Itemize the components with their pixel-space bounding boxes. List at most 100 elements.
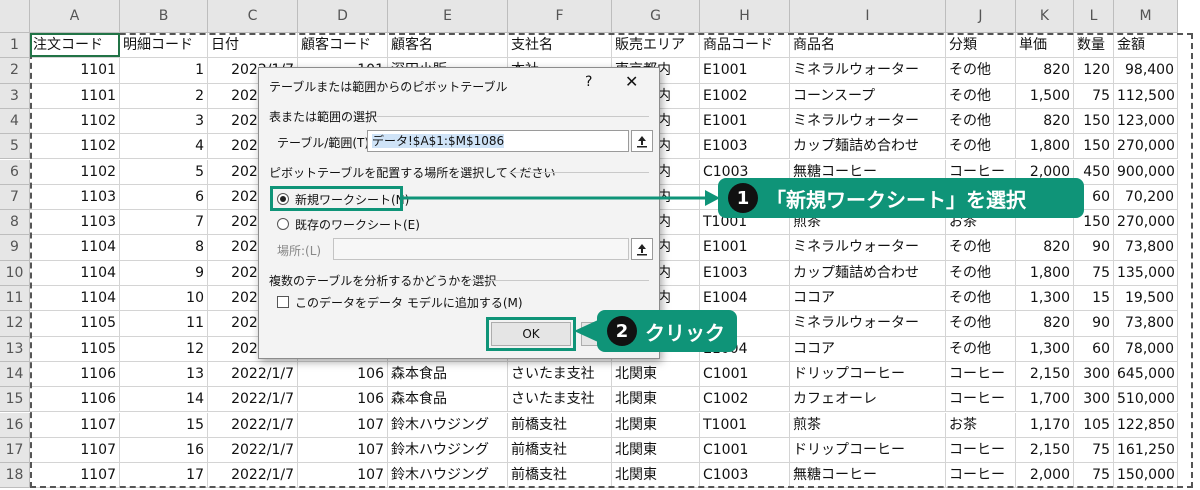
table-cell[interactable]: 1,300 xyxy=(1016,336,1074,362)
table-cell[interactable]: 820 xyxy=(1016,108,1074,135)
table-cell[interactable]: 前橋支社 xyxy=(508,463,612,489)
table-cell[interactable]: 300 xyxy=(1074,361,1114,388)
header-cell[interactable]: 数量 xyxy=(1074,33,1114,59)
row-header[interactable]: 4 xyxy=(0,108,30,135)
add-data-model-label[interactable]: このデータをデータ モデルに追加する(M) xyxy=(295,294,523,311)
table-cell[interactable]: 123,000 xyxy=(1114,108,1178,135)
row-header[interactable]: 9 xyxy=(0,235,30,261)
table-cell[interactable]: 70,200 xyxy=(1114,184,1178,211)
select-all-corner[interactable] xyxy=(0,0,30,33)
table-cell[interactable]: 106 xyxy=(298,361,388,388)
table-cell[interactable]: その他 xyxy=(946,311,1016,337)
table-cell[interactable]: E1004 xyxy=(700,286,790,312)
table-cell[interactable]: E1002 xyxy=(700,83,790,109)
row-header[interactable]: 15 xyxy=(0,387,30,413)
table-cell[interactable]: その他 xyxy=(946,235,1016,261)
table-cell[interactable]: 前橋支社 xyxy=(508,437,612,464)
column-header[interactable]: L xyxy=(1074,0,1114,33)
table-cell[interactable]: 15 xyxy=(1074,286,1114,312)
close-icon[interactable]: ✕ xyxy=(625,72,638,91)
table-cell[interactable]: 北関東 xyxy=(612,437,700,464)
table-cell[interactable]: 90 xyxy=(1074,235,1114,261)
table-cell[interactable]: 1104 xyxy=(30,260,120,286)
table-cell[interactable]: お茶 xyxy=(946,412,1016,438)
table-cell[interactable]: 60 xyxy=(1074,336,1114,362)
table-cell[interactable]: E1003 xyxy=(700,260,790,286)
row-header[interactable]: 3 xyxy=(0,83,30,109)
table-cell[interactable]: 10 xyxy=(120,286,208,312)
row-header[interactable]: 16 xyxy=(0,412,30,438)
column-header[interactable]: A xyxy=(30,0,120,33)
table-cell[interactable]: ミネラルウォーター xyxy=(790,311,946,337)
table-cell[interactable]: 8 xyxy=(120,235,208,261)
table-cell[interactable]: E1001 xyxy=(700,58,790,84)
table-cell[interactable]: 161,250 xyxy=(1114,437,1178,464)
row-header[interactable]: 18 xyxy=(0,463,30,489)
table-cell[interactable]: 2,150 xyxy=(1016,361,1074,388)
table-cell[interactable]: 4 xyxy=(120,134,208,160)
table-cell[interactable]: 1,700 xyxy=(1016,387,1074,413)
table-cell[interactable]: 2022/1/7 xyxy=(208,387,298,413)
table-cell[interactable]: 前橋支社 xyxy=(508,412,612,438)
table-cell[interactable]: 112,500 xyxy=(1114,83,1178,109)
table-cell[interactable]: 北関東 xyxy=(612,412,700,438)
header-cell[interactable]: 日付 xyxy=(208,33,298,59)
table-cell[interactable]: 1102 xyxy=(30,159,120,185)
table-cell[interactable]: 135,000 xyxy=(1114,260,1178,286)
row-header[interactable]: 5 xyxy=(0,134,30,160)
table-cell[interactable]: 1102 xyxy=(30,108,120,135)
table-cell[interactable]: 鈴木ハウジング xyxy=(388,463,508,489)
table-cell[interactable]: その他 xyxy=(946,134,1016,160)
table-cell[interactable]: 11 xyxy=(120,311,208,337)
row-header[interactable]: 13 xyxy=(0,336,30,362)
table-cell[interactable]: 820 xyxy=(1016,235,1074,261)
row-header[interactable]: 17 xyxy=(0,437,30,464)
row-header[interactable]: 12 xyxy=(0,311,30,337)
table-cell[interactable]: 17 xyxy=(120,463,208,489)
table-cell[interactable]: 1106 xyxy=(30,387,120,413)
table-cell[interactable]: 北関東 xyxy=(612,387,700,413)
table-cell[interactable]: 無糖コーヒー xyxy=(790,463,946,489)
table-cell[interactable]: 75 xyxy=(1074,463,1114,489)
table-cell[interactable]: カップ麺詰め合わせ xyxy=(790,260,946,286)
header-cell[interactable]: 注文コード xyxy=(30,33,120,59)
table-cell[interactable]: コーンスープ xyxy=(790,83,946,109)
table-cell[interactable]: 270,000 xyxy=(1114,134,1178,160)
table-cell[interactable]: 1103 xyxy=(30,210,120,236)
table-cell[interactable]: 820 xyxy=(1016,311,1074,337)
header-cell[interactable]: 商品コード xyxy=(700,33,790,59)
table-cell[interactable]: 150 xyxy=(1074,108,1114,135)
table-cell[interactable]: 107 xyxy=(298,412,388,438)
table-cell[interactable]: 75 xyxy=(1074,83,1114,109)
range-input[interactable]: データ!$A$1:$M$1086 xyxy=(367,130,629,152)
table-cell[interactable]: その他 xyxy=(946,260,1016,286)
table-cell[interactable]: その他 xyxy=(946,336,1016,362)
table-cell[interactable]: 16 xyxy=(120,437,208,464)
column-header[interactable]: F xyxy=(508,0,612,33)
table-cell[interactable]: ミネラルウォーター xyxy=(790,58,946,84)
column-header[interactable]: J xyxy=(946,0,1016,33)
table-cell[interactable]: 鈴木ハウジング xyxy=(388,437,508,464)
table-cell[interactable]: 1,800 xyxy=(1016,260,1074,286)
table-cell[interactable]: 2022/1/7 xyxy=(208,361,298,388)
column-header[interactable]: C xyxy=(208,0,298,33)
table-cell[interactable]: 900,000 xyxy=(1114,159,1178,185)
new-worksheet-label[interactable]: 新規ワークシート(N) xyxy=(295,191,409,208)
new-worksheet-radio[interactable] xyxy=(277,193,289,205)
table-cell[interactable]: さいたま支社 xyxy=(508,361,612,388)
table-cell[interactable]: 106 xyxy=(298,387,388,413)
table-cell[interactable]: 1,170 xyxy=(1016,412,1074,438)
table-cell[interactable]: 鈴木ハウジング xyxy=(388,412,508,438)
table-cell[interactable]: 1,800 xyxy=(1016,134,1074,160)
table-cell[interactable]: 北関東 xyxy=(612,463,700,489)
table-cell[interactable]: T1001 xyxy=(700,412,790,438)
column-header[interactable]: E xyxy=(388,0,508,33)
table-cell[interactable]: 1107 xyxy=(30,463,120,489)
table-cell[interactable]: 森本食品 xyxy=(388,387,508,413)
table-cell[interactable]: コーヒー xyxy=(946,437,1016,464)
table-cell[interactable]: 2022/1/7 xyxy=(208,437,298,464)
table-cell[interactable]: 150,000 xyxy=(1114,463,1178,489)
table-cell[interactable]: 14 xyxy=(120,387,208,413)
table-cell[interactable]: 98,400 xyxy=(1114,58,1178,84)
table-cell[interactable]: 2022/1/7 xyxy=(208,412,298,438)
